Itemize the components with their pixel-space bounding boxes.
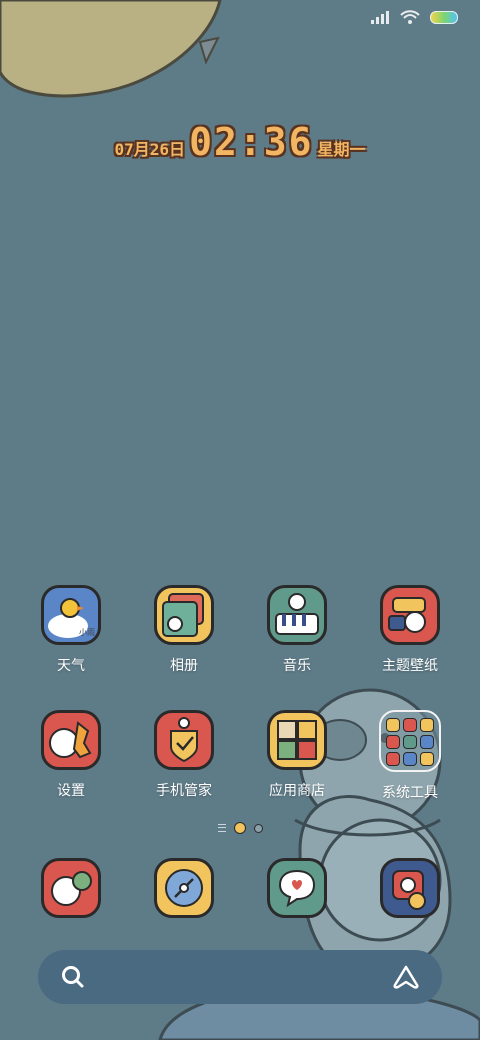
weather-badge: 小雨 bbox=[79, 628, 95, 637]
app-music[interactable]: 音乐 bbox=[247, 585, 347, 675]
music-icon bbox=[267, 585, 327, 645]
clock-weekday: 星期一 bbox=[317, 140, 366, 159]
battery-icon bbox=[430, 10, 458, 24]
phone-icon bbox=[41, 858, 101, 918]
app-security[interactable]: 手机管家 bbox=[134, 710, 234, 800]
app-label: 应用商店 bbox=[269, 783, 325, 799]
app-folder-system-tools[interactable]: 系统工具 bbox=[360, 710, 460, 802]
wifi-icon bbox=[400, 10, 420, 24]
security-icon bbox=[154, 710, 214, 770]
signal-icon bbox=[371, 11, 389, 24]
app-themes[interactable]: 主题壁纸 bbox=[360, 585, 460, 675]
app-gallery[interactable]: 相册 bbox=[134, 585, 234, 675]
clock-time: 02:36 bbox=[189, 120, 314, 164]
browser-icon bbox=[154, 858, 214, 918]
app-settings[interactable]: 设置 bbox=[21, 710, 121, 800]
themes-icon bbox=[380, 585, 440, 645]
folder-icon bbox=[379, 710, 441, 772]
app-label: 设置 bbox=[57, 783, 85, 799]
clock-date: 07月26日 bbox=[114, 140, 186, 159]
search-icon[interactable] bbox=[60, 964, 86, 990]
app-label: 相册 bbox=[170, 658, 198, 674]
app-label: 系统工具 bbox=[382, 785, 438, 801]
dock-browser[interactable] bbox=[134, 858, 234, 918]
app-label: 手机管家 bbox=[156, 783, 212, 799]
app-store-icon bbox=[267, 710, 327, 770]
app-weather[interactable]: 小雨 天气 bbox=[21, 585, 121, 675]
page-indicator-minus-one[interactable] bbox=[217, 824, 226, 832]
messages-icon bbox=[267, 858, 327, 918]
search-bar[interactable] bbox=[38, 950, 442, 1004]
app-label: 音乐 bbox=[283, 658, 311, 674]
camera-icon bbox=[380, 858, 440, 918]
app-app-store[interactable]: 应用商店 bbox=[247, 710, 347, 800]
page-indicator-dot[interactable] bbox=[253, 823, 263, 833]
settings-icon bbox=[41, 710, 101, 770]
page-indicator-home-icon[interactable] bbox=[233, 822, 246, 834]
dock-phone[interactable] bbox=[21, 858, 121, 918]
app-label: 主题壁纸 bbox=[382, 658, 438, 674]
status-bar bbox=[370, 10, 458, 24]
dock-camera[interactable] bbox=[360, 858, 460, 918]
clock-widget[interactable]: 07月26日 02:36 星期一 bbox=[0, 120, 480, 164]
assistant-icon[interactable] bbox=[392, 965, 420, 989]
app-label: 天气 bbox=[57, 658, 85, 674]
gallery-icon bbox=[154, 585, 214, 645]
weather-icon: 小雨 bbox=[41, 585, 101, 645]
dock-messages[interactable] bbox=[247, 858, 347, 918]
page-indicator[interactable] bbox=[0, 822, 480, 834]
